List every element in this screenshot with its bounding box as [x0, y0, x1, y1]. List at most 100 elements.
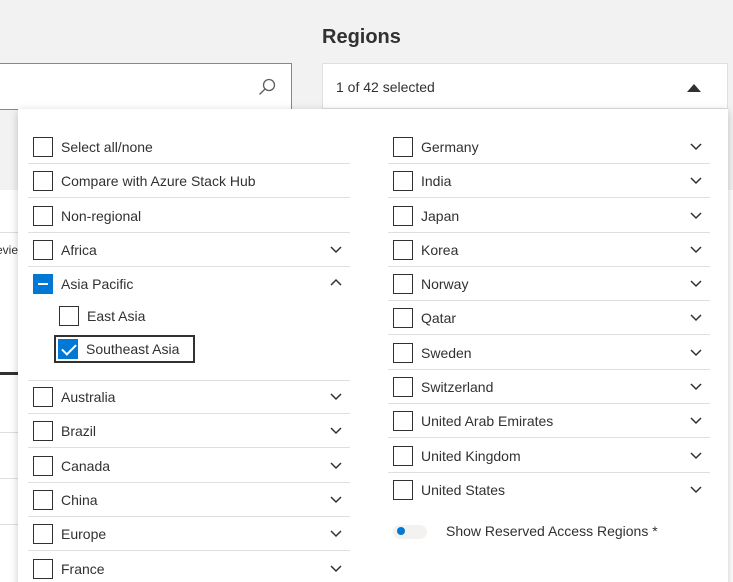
- checkbox[interactable]: [33, 170, 53, 191]
- checkbox[interactable]: [393, 410, 413, 431]
- checkbox[interactable]: [58, 339, 78, 359]
- region-option-non-regional[interactable]: Non-regional: [28, 199, 350, 233]
- region-option-label: United Arab Emirates: [421, 412, 554, 429]
- region-option-united-kingdom[interactable]: United Kingdom: [388, 439, 710, 473]
- region-option-label: Japan: [421, 207, 460, 224]
- product-search-input[interactable]: [0, 63, 292, 110]
- region-option-asia-pacific[interactable]: Asia Pacific: [28, 267, 350, 301]
- checkbox[interactable]: [393, 480, 413, 500]
- checkbox[interactable]: [33, 386, 53, 407]
- chevron-down-icon[interactable]: [330, 390, 342, 402]
- region-option-label: India: [421, 172, 452, 189]
- checkbox[interactable]: [393, 445, 413, 466]
- checkbox[interactable]: [393, 376, 413, 397]
- checkbox[interactable]: [393, 136, 413, 157]
- chevron-down-icon[interactable]: [330, 424, 342, 436]
- region-option-united-arab-emirates[interactable]: United Arab Emirates: [388, 404, 710, 438]
- regions-title: Regions: [322, 26, 401, 48]
- region-option-label: Germany: [421, 138, 479, 155]
- checkbox[interactable]: [33, 455, 53, 476]
- sub-region-option-label: East Asia: [87, 308, 146, 324]
- region-option-canada[interactable]: Canada: [28, 449, 350, 483]
- region-option-china[interactable]: China: [28, 483, 350, 517]
- background-divider: [0, 524, 18, 525]
- toggle-knob: [397, 527, 405, 535]
- region-option-label: Africa: [61, 241, 97, 258]
- region-option-united-states[interactable]: United States: [388, 473, 710, 507]
- checkbox[interactable]: [33, 523, 53, 544]
- chevron-down-icon[interactable]: [690, 346, 702, 358]
- chevron-down-icon[interactable]: [330, 459, 342, 471]
- region-option-label: United States: [421, 482, 506, 498]
- sub-region-option-east-asia[interactable]: East Asia: [54, 302, 145, 330]
- checkbox[interactable]: [393, 342, 413, 363]
- checkbox[interactable]: [33, 136, 53, 157]
- chevron-down-icon[interactable]: [330, 243, 342, 255]
- region-option-switzerland[interactable]: Switzerland: [388, 370, 710, 404]
- checkbox[interactable]: [393, 239, 413, 260]
- region-option-brazil[interactable]: Brazil: [28, 414, 350, 448]
- search-icon[interactable]: [257, 77, 277, 97]
- checkbox[interactable]: [33, 559, 53, 579]
- region-option-label: Compare with Azure Stack Hub: [61, 172, 256, 189]
- checkbox[interactable]: [393, 205, 413, 226]
- region-option-label: France: [61, 561, 105, 577]
- chevron-down-icon[interactable]: [690, 380, 702, 392]
- region-option-india[interactable]: India: [388, 164, 710, 198]
- region-option-africa[interactable]: Africa: [28, 233, 350, 267]
- background-divider: [0, 232, 18, 233]
- background-tab-label: evie: [0, 243, 19, 257]
- sub-region-option-southeast-asia[interactable]: Southeast Asia: [54, 335, 196, 363]
- chevron-up-icon[interactable]: [330, 277, 342, 289]
- chevron-down-icon[interactable]: [690, 483, 702, 495]
- reserved-access-toggle-row: Show Reserved Access Regions *: [393, 523, 658, 539]
- reserved-access-label: Show Reserved Access Regions *: [446, 523, 658, 539]
- region-option-europe[interactable]: Europe: [28, 517, 350, 551]
- chevron-down-icon[interactable]: [330, 562, 342, 574]
- chevron-down-icon[interactable]: [690, 277, 702, 289]
- region-option-sweden[interactable]: Sweden: [388, 336, 710, 370]
- regions-selected-count: 1 of 42 selected: [336, 79, 435, 95]
- checkbox[interactable]: [33, 489, 53, 510]
- region-option-germany[interactable]: Germany: [388, 130, 710, 164]
- checkbox[interactable]: [59, 306, 79, 326]
- chevron-down-icon[interactable]: [330, 527, 342, 539]
- region-option-france[interactable]: France: [28, 552, 350, 582]
- checkbox[interactable]: [33, 205, 53, 226]
- chevron-down-icon[interactable]: [690, 209, 702, 221]
- regions-dropdown[interactable]: 1 of 42 selected: [322, 63, 728, 109]
- chevron-down-icon[interactable]: [690, 174, 702, 186]
- chevron-down-icon[interactable]: [690, 243, 702, 255]
- region-option-japan[interactable]: Japan: [388, 199, 710, 233]
- region-option-label: Norway: [421, 275, 469, 292]
- region-option-select-all-none[interactable]: Select all/none: [28, 130, 350, 164]
- checkbox[interactable]: [393, 273, 413, 294]
- background-divider: [0, 478, 18, 479]
- checkbox[interactable]: [33, 274, 53, 294]
- region-option-label: Canada: [61, 457, 111, 474]
- checkbox[interactable]: [393, 307, 413, 328]
- region-option-norway[interactable]: Norway: [388, 267, 710, 301]
- chevron-down-icon[interactable]: [330, 493, 342, 505]
- region-option-label: Brazil: [61, 422, 97, 439]
- chevron-down-icon[interactable]: [690, 414, 702, 426]
- region-option-label: Switzerland: [421, 378, 494, 395]
- checkbox[interactable]: [33, 239, 53, 260]
- region-option-label: Qatar: [421, 309, 457, 326]
- sub-region-option-label: Southeast Asia: [86, 341, 180, 357]
- group-divider: [28, 380, 350, 381]
- chevron-down-icon[interactable]: [690, 140, 702, 152]
- chevron-down-icon[interactable]: [690, 311, 702, 323]
- chevron-down-icon[interactable]: [690, 449, 702, 461]
- region-option-korea[interactable]: Korea: [388, 233, 710, 267]
- region-option-label: China: [61, 491, 98, 508]
- regions-dropdown-panel: Select all/none Compare with Azure Stack …: [18, 109, 728, 582]
- region-option-label: Korea: [421, 241, 459, 258]
- region-option-australia[interactable]: Australia: [28, 380, 350, 414]
- reserved-access-toggle[interactable]: [393, 523, 427, 539]
- region-option-qatar[interactable]: Qatar: [388, 301, 710, 335]
- checkbox[interactable]: [33, 420, 53, 441]
- caret-up-icon[interactable]: [687, 84, 701, 92]
- region-option-compare-with-azure-stack-hub[interactable]: Compare with Azure Stack Hub: [28, 164, 350, 198]
- checkbox[interactable]: [393, 170, 413, 191]
